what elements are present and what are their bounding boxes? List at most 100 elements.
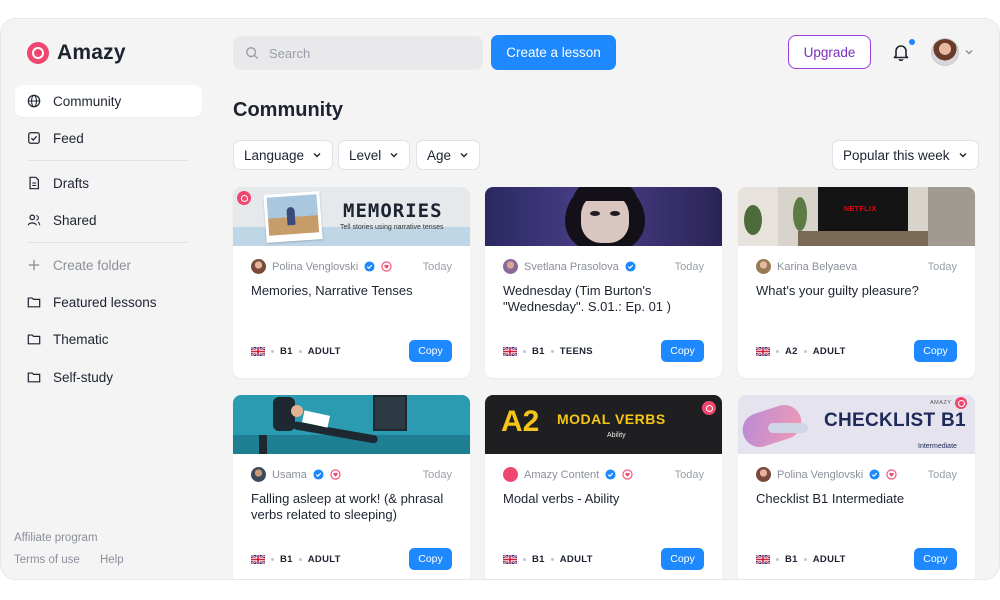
folder-icon: [27, 334, 41, 345]
age-filter[interactable]: Age: [416, 140, 481, 170]
create-lesson-button[interactable]: Create a lesson: [491, 35, 616, 70]
thumb-tv-logo: NETFLIX: [844, 206, 877, 213]
card-meta: Karina Belyaeva Today: [756, 259, 957, 274]
upgrade-button[interactable]: Upgrade: [788, 35, 871, 69]
audience-tag: ADULT: [812, 553, 846, 565]
folder-icon: [27, 297, 41, 308]
copy-button[interactable]: Copy: [914, 340, 957, 362]
thumb-heading: MEMORIES: [343, 200, 443, 222]
chevron-down-icon[interactable]: [964, 47, 974, 57]
timestamp: Today: [674, 260, 704, 273]
card-footer: B1 TEENS Copy: [503, 340, 704, 362]
lesson-thumbnail: NETFLIX: [738, 187, 975, 246]
lesson-card[interactable]: Svetlana Prasolova Today Wednesday (Tim …: [485, 187, 722, 378]
sidebar-item-label: Drafts: [53, 175, 90, 191]
sidebar-item-drafts[interactable]: Drafts: [15, 167, 202, 199]
timestamp: Today: [422, 468, 452, 481]
sidebar-item-community[interactable]: Community: [15, 85, 202, 117]
author-avatar: [251, 467, 266, 482]
lesson-title[interactable]: Memories, Narrative Tenses: [251, 283, 456, 299]
author-name[interactable]: Karina Belyaeva: [777, 261, 857, 273]
affiliate-link[interactable]: Affiliate program: [14, 532, 98, 544]
card-meta: Polina Venglovski Today: [756, 467, 957, 482]
sidebar-item-shared[interactable]: Shared: [15, 204, 202, 236]
lesson-card[interactable]: Usama Today Falling asleep at work! (& p…: [233, 395, 470, 579]
sidebar-item-featured-lessons[interactable]: Featured lessons: [15, 286, 202, 318]
card-meta: Amazy Content Today: [503, 467, 704, 482]
author-name[interactable]: Svetlana Prasolova: [524, 261, 619, 273]
author-name[interactable]: Polina Venglovski: [777, 469, 863, 481]
chevron-down-icon: [460, 153, 468, 158]
author-avatar: [503, 467, 518, 482]
lesson-title[interactable]: Wednesday (Tim Burton's "Wednesday". S.0…: [503, 283, 708, 315]
filter-label: Age: [427, 147, 452, 163]
verified-icon: [364, 261, 375, 272]
sidebar-item-feed[interactable]: Feed: [15, 122, 202, 154]
lesson-title[interactable]: Modal verbs - Ability: [503, 491, 708, 507]
card-footer: B1 ADULT Copy: [251, 548, 452, 570]
sort-label: Popular this week: [843, 147, 950, 163]
lesson-title[interactable]: What's your guilty pleasure?: [756, 283, 961, 299]
level-tag: A2: [785, 345, 798, 357]
lesson-title[interactable]: Checklist B1 Intermediate: [756, 491, 961, 507]
sidebar-item-self-study[interactable]: Self-study: [15, 361, 202, 393]
help-link[interactable]: Help: [100, 554, 124, 566]
timestamp: Today: [927, 260, 957, 273]
verified-icon: [625, 261, 636, 272]
terms-link[interactable]: Terms of use: [14, 554, 80, 566]
lesson-card[interactable]: NETFLIX Karina Belyaeva Today What's you…: [738, 187, 975, 378]
level-tag: B1: [785, 553, 798, 565]
uk-flag-icon: [251, 346, 265, 356]
copy-button[interactable]: Copy: [914, 548, 957, 570]
sidebar-item-thematic[interactable]: Thematic: [15, 323, 202, 355]
separator: [523, 557, 526, 561]
thumb-subtitle: Tell stories using narrative tenses: [340, 224, 444, 231]
bell-icon[interactable]: [891, 42, 911, 62]
lesson-thumbnail: [233, 395, 470, 454]
card-meta: Svetlana Prasolova Today: [503, 259, 704, 274]
audience-tag: ADULT: [307, 553, 341, 565]
notification-dot: [909, 39, 915, 45]
search-bar[interactable]: [233, 36, 483, 70]
sort-dropdown[interactable]: Popular this week: [832, 140, 979, 170]
lesson-card[interactable]: A2 MODAL VERBS Ability Amazy Content Tod…: [485, 395, 722, 579]
sidebar-item-label: Featured lessons: [53, 294, 157, 310]
heart-badge-icon: [381, 261, 392, 272]
author-name[interactable]: Amazy Content: [524, 469, 599, 481]
sidebar-item-label: Self-study: [53, 369, 114, 385]
logo-icon: [27, 42, 49, 64]
copy-button[interactable]: Copy: [661, 548, 704, 570]
author-avatar: [756, 467, 771, 482]
create-folder-button[interactable]: Create folder: [15, 249, 202, 281]
level-filter[interactable]: Level: [338, 140, 411, 170]
logo[interactable]: Amazy: [27, 41, 126, 65]
lesson-title[interactable]: Falling asleep at work! (& phrasal verbs…: [251, 491, 456, 523]
folder-icon: [27, 372, 41, 383]
card-footer: B1 ADULT Copy: [503, 548, 704, 570]
copy-button[interactable]: Copy: [409, 340, 452, 362]
heart-badge-icon: [622, 469, 633, 480]
filter-label: Level: [349, 147, 382, 163]
lesson-thumbnail: AMAZY CHECKLIST B1 Intermediate: [738, 395, 975, 454]
lesson-card[interactable]: AMAZY CHECKLIST B1 Intermediate Polina V…: [738, 395, 975, 579]
separator: [298, 349, 302, 353]
card-footer: B1 ADULT Copy: [756, 548, 957, 570]
card-footer: A2 ADULT Copy: [756, 340, 957, 362]
card-meta: Polina Venglovski Today: [251, 259, 452, 274]
copy-button[interactable]: Copy: [409, 548, 452, 570]
sidebar-item-label: Thematic: [53, 331, 109, 347]
app-window: Amazy Community Feed Drafts Shared Creat…: [0, 18, 1000, 580]
copy-button[interactable]: Copy: [661, 340, 704, 362]
author-avatar: [251, 259, 266, 274]
level-tag: B1: [280, 345, 293, 357]
uk-flag-icon: [251, 554, 265, 564]
level-tag: B1: [280, 553, 293, 565]
author-name[interactable]: Usama: [272, 469, 307, 481]
search-input[interactable]: [269, 45, 469, 61]
chevron-down-icon: [959, 153, 967, 158]
audience-tag: ADULT: [812, 345, 846, 357]
language-filter[interactable]: Language: [233, 140, 334, 170]
lesson-card[interactable]: MEMORIES Tell stories using narrative te…: [233, 187, 470, 378]
user-avatar[interactable]: [931, 38, 959, 66]
author-name[interactable]: Polina Venglovski: [272, 261, 358, 273]
